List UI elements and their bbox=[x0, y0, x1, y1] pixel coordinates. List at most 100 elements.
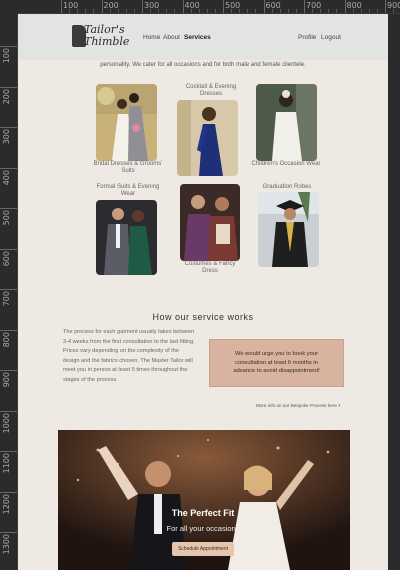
ruler-minor-tick bbox=[190, 9, 192, 13]
ruler-minor-tick bbox=[150, 9, 152, 13]
hero-title: The Perfect Fit bbox=[171, 508, 235, 518]
ruler-minor-tick bbox=[279, 9, 281, 13]
ruler-label: 400 bbox=[184, 1, 200, 10]
ruler-label: 1300 bbox=[2, 534, 11, 555]
vertical-ruler: 100 200 300 400 500 600 700 800 900 1000 1100 1200 1… bbox=[0, 14, 18, 570]
ruler-label: 500 bbox=[225, 1, 241, 10]
web-page: Tailor's Thimble Home About Services Pro… bbox=[18, 14, 388, 570]
ruler-label: 100 bbox=[2, 48, 11, 64]
caption-formal: Formal Suits & Evening Wear bbox=[96, 184, 160, 197]
booking-notice-text: We would urge you to book your consultat… bbox=[233, 351, 320, 375]
ruler-minor-tick bbox=[352, 9, 354, 13]
ruler-label: 400 bbox=[2, 169, 11, 185]
ruler-tick bbox=[0, 451, 17, 452]
nav-home[interactable]: Home bbox=[143, 34, 160, 41]
ruler-label: 600 bbox=[265, 1, 281, 10]
ruler-minor-tick bbox=[109, 9, 111, 13]
ruler-label: 1100 bbox=[2, 453, 11, 474]
bespoke-process-link-text: More info on our Bespoke Process here bbox=[256, 403, 337, 408]
ruler-minor-tick bbox=[255, 9, 257, 13]
ruler-minor-tick bbox=[287, 9, 289, 13]
ruler-minor-tick bbox=[214, 9, 216, 13]
ruler-corner bbox=[0, 0, 18, 14]
site-header: Tailor's Thimble Home About Services Pro… bbox=[18, 14, 388, 60]
hero-subtitle: For all your occasions bbox=[166, 524, 240, 533]
ruler-minor-tick bbox=[158, 9, 160, 13]
ruler-tick bbox=[0, 208, 17, 209]
schedule-appointment-button[interactable]: Schedule Appointment bbox=[172, 542, 234, 556]
ruler-label: 800 bbox=[2, 331, 11, 347]
ruler-minor-tick bbox=[239, 9, 241, 13]
ruler-tick bbox=[0, 532, 17, 533]
nav-profile[interactable]: Profile bbox=[298, 34, 316, 41]
ruler-label: 900 bbox=[2, 372, 11, 388]
ruler-tick bbox=[61, 0, 62, 13]
scrollbar[interactable] bbox=[388, 14, 400, 570]
design-canvas: 100 200 300 400 500 600 700 800 900 100 200 300 400… bbox=[0, 0, 400, 570]
ruler-label: 700 bbox=[306, 1, 322, 10]
ruler-minor-tick bbox=[393, 9, 395, 13]
logo[interactable]: Tailor's Thimble bbox=[72, 23, 132, 49]
ruler-label: 500 bbox=[2, 210, 11, 226]
bridal-photo[interactable] bbox=[96, 84, 157, 161]
cocktail-photo[interactable] bbox=[177, 100, 238, 176]
ruler-tick bbox=[0, 46, 17, 47]
ruler-minor-tick bbox=[206, 9, 208, 13]
ruler-label: 1200 bbox=[2, 493, 11, 514]
ruler-label: 300 bbox=[2, 129, 11, 145]
nav-services[interactable]: Services bbox=[184, 34, 211, 41]
ruler-label: 1000 bbox=[2, 412, 11, 433]
ruler-label: 200 bbox=[2, 88, 11, 104]
nav-logout[interactable]: Logout bbox=[321, 34, 341, 41]
ruler-minor-tick bbox=[77, 9, 79, 13]
horizontal-ruler: 100200300400500600700800900 bbox=[18, 0, 400, 14]
ruler-label: 600 bbox=[2, 250, 11, 266]
ruler-minor-tick bbox=[336, 9, 338, 13]
booking-notice: We would urge you to book your consultat… bbox=[209, 339, 344, 387]
ruler-minor-tick bbox=[295, 9, 297, 13]
ruler-tick bbox=[0, 248, 17, 250]
ruler-tick bbox=[182, 0, 184, 13]
caption-bridal: Bridal Dresses & Grooms' Suits bbox=[93, 161, 163, 174]
ruler-minor-tick bbox=[93, 9, 95, 13]
ruler-minor-tick bbox=[133, 9, 135, 13]
ruler-minor-tick bbox=[69, 9, 71, 13]
formal-photo[interactable] bbox=[96, 200, 157, 275]
ruler-tick bbox=[304, 0, 305, 13]
ruler-minor-tick bbox=[328, 9, 330, 13]
ruler-minor-tick bbox=[85, 9, 87, 13]
process-description: The process for each garment usually tak… bbox=[63, 329, 195, 383]
ruler-tick bbox=[142, 0, 143, 13]
ruler-minor-tick bbox=[198, 9, 200, 13]
children-photo[interactable] bbox=[256, 84, 317, 161]
caption-cocktail: Cocktail & Evening Dresses bbox=[185, 84, 237, 97]
costume-photo[interactable] bbox=[180, 184, 240, 261]
ruler-minor-tick bbox=[320, 9, 322, 13]
ruler-minor-tick bbox=[360, 9, 362, 13]
ruler-minor-tick bbox=[368, 9, 370, 13]
ruler-minor-tick bbox=[247, 9, 249, 13]
caption-costumes: Costumes & Fancy Dress bbox=[184, 261, 236, 274]
ruler-tick bbox=[263, 0, 265, 13]
nav-about[interactable]: About bbox=[163, 34, 180, 41]
ruler-minor-tick bbox=[174, 9, 176, 13]
chevron-right-icon: › bbox=[338, 403, 341, 409]
ruler-tick bbox=[0, 491, 17, 493]
ruler-minor-tick bbox=[271, 9, 273, 13]
ruler-tick bbox=[385, 0, 386, 13]
ruler-tick bbox=[0, 370, 17, 371]
section-title: How our service works bbox=[152, 312, 254, 322]
intro-text: personality. We cater for all occasions … bbox=[100, 62, 306, 68]
ruler-label: 100 bbox=[63, 1, 79, 10]
bespoke-process-link[interactable]: More info on our Bespoke Process here › bbox=[256, 403, 340, 409]
ruler-tick bbox=[0, 289, 17, 290]
graduation-photo[interactable] bbox=[258, 192, 319, 267]
ruler-minor-tick bbox=[312, 9, 314, 13]
logo-text-line2: Thimble bbox=[84, 35, 130, 48]
caption-children: Children's Occasion Wear bbox=[251, 161, 321, 167]
ruler-tick bbox=[223, 0, 224, 13]
ruler-minor-tick bbox=[125, 9, 127, 13]
ruler-tick bbox=[0, 167, 17, 169]
ruler-tick bbox=[0, 86, 17, 88]
ruler-label: 800 bbox=[346, 1, 362, 10]
